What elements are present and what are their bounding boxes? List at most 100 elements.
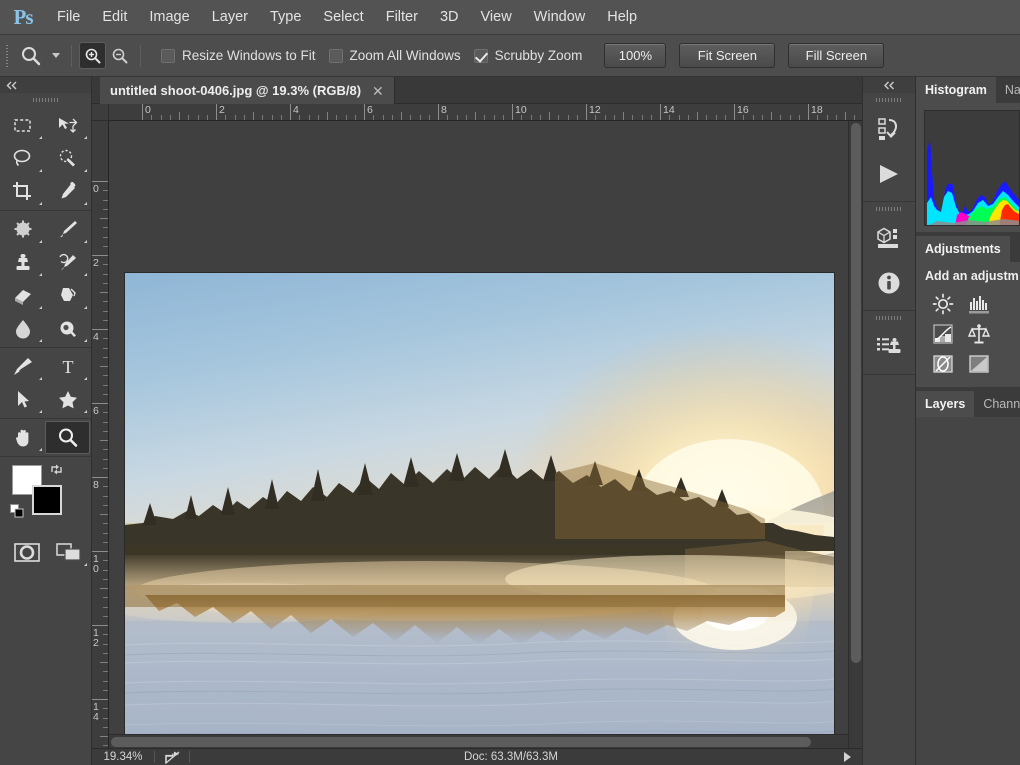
menu-item-image[interactable]: Image (138, 0, 200, 35)
exposure-icon[interactable] (961, 319, 997, 349)
menu-item-layer[interactable]: Layer (201, 0, 259, 35)
history-panel-icon[interactable] (863, 106, 915, 151)
actions-play-icon[interactable] (863, 151, 915, 196)
canvas-viewport[interactable] (109, 121, 848, 748)
ruler-tick (103, 560, 108, 562)
share-icon[interactable] (155, 751, 189, 764)
menu-item-help[interactable]: Help (596, 0, 648, 35)
ruler-tick (100, 588, 108, 589)
expand-arrow-icon[interactable] (832, 752, 862, 762)
vertical-ruler[interactable]: 0 2 4 6 8 10 12 14 (92, 121, 109, 748)
blur-tool-icon[interactable] (0, 312, 45, 345)
eraser-tool-icon[interactable] (0, 279, 45, 312)
rectangular-marquee-icon[interactable] (0, 109, 45, 142)
menu-item-file[interactable]: File (46, 0, 91, 35)
menu-item-edit[interactable]: Edit (91, 0, 138, 35)
zoom-100-percent-button[interactable]: 100% (604, 43, 667, 68)
resize-windows-to-fit-checkbox[interactable]: Resize Windows to Fit (161, 48, 316, 63)
type-tool-icon[interactable]: T (45, 350, 90, 383)
ruler-tick (103, 467, 108, 469)
ruler-tick (160, 115, 162, 120)
quick-mask-icon[interactable] (6, 535, 48, 569)
screen-mode-icon[interactable] (48, 535, 90, 569)
default-colors-icon[interactable] (10, 504, 24, 523)
move-tool-icon[interactable] (45, 109, 90, 142)
info-panel-icon[interactable] (863, 260, 915, 305)
ruler-tick (558, 115, 560, 120)
ruler-tick (103, 569, 108, 571)
menu-item-type[interactable]: Type (259, 0, 312, 35)
collapse-panel-icon[interactable] (0, 77, 91, 93)
layers-panel[interactable] (916, 417, 1020, 747)
gradient-tool-icon[interactable] (45, 279, 90, 312)
hue-saturation-icon[interactable] (961, 349, 997, 379)
brightness-contrast-icon[interactable] (925, 289, 961, 319)
menu-item-window[interactable]: Window (523, 0, 597, 35)
ruler-label: 12 (93, 627, 99, 649)
panels-column: Histogram Na Adjustments Add an adjustm … (916, 77, 1020, 765)
menu-item-3d[interactable]: 3D (429, 0, 470, 35)
ruler-tick (92, 181, 108, 182)
lasso-tool-icon[interactable] (0, 142, 45, 175)
clone-source-panel-icon[interactable] (863, 324, 915, 369)
tool-preset-chevron-down-icon[interactable] (48, 39, 64, 73)
canvas-horizontal-scrollbar[interactable] (109, 734, 848, 748)
zoom-all-windows-checkbox[interactable]: Zoom All Windows (328, 48, 461, 63)
tab-channels[interactable]: Chann (974, 391, 1020, 417)
ruler-tick (761, 115, 763, 120)
ruler-origin[interactable] (92, 104, 109, 121)
pen-tool-icon[interactable] (0, 350, 45, 383)
tab-histogram[interactable]: Histogram (916, 77, 996, 103)
menu-items: File Edit Image Layer Type Select Filter 3D View… (46, 0, 648, 35)
tab-layers[interactable]: Layers (916, 391, 975, 417)
fill-screen-button[interactable]: Fill Screen (788, 43, 885, 68)
rail-group-history (863, 93, 915, 202)
color-swatches (10, 463, 91, 529)
ruler-tick (103, 384, 108, 386)
document-tab-bar: untitled shoot-0406.jpg @ 19.3% (RGB/8) … (92, 77, 862, 104)
checkbox-box (328, 48, 343, 63)
tools-grip[interactable] (0, 93, 91, 107)
levels-icon[interactable] (961, 289, 997, 319)
collapse-panels-icon[interactable] (863, 77, 915, 93)
horizontal-ruler[interactable]: 0 2 4 6 8 10 12 14 16 18 (109, 104, 862, 121)
hand-tool-icon[interactable] (0, 421, 45, 454)
zoom-tool-icon[interactable] (14, 39, 48, 73)
menu-item-select[interactable]: Select (312, 0, 374, 35)
zoom-tool-icon[interactable] (45, 421, 90, 454)
zoom-out-button[interactable] (106, 42, 133, 69)
history-brush-icon[interactable] (45, 246, 90, 279)
zoom-level-field[interactable]: 19.34% (92, 751, 154, 763)
ruler-tick (103, 495, 108, 497)
menu-item-view[interactable]: View (470, 0, 523, 35)
eyedropper-icon[interactable] (45, 175, 90, 208)
dodge-tool-icon[interactable] (45, 312, 90, 345)
curves-icon[interactable] (925, 319, 961, 349)
canvas-vertical-scrollbar[interactable] (848, 121, 862, 748)
scrubby-zoom-checkbox[interactable]: Scrubby Zoom (473, 48, 582, 63)
ruler-tick (262, 115, 264, 120)
document-tab[interactable]: untitled shoot-0406.jpg @ 19.3% (RGB/8) … (100, 77, 395, 104)
path-selection-icon[interactable] (0, 383, 45, 416)
close-icon[interactable]: ✕ (372, 84, 384, 98)
ruler-tick (780, 115, 782, 120)
tab-navigator[interactable]: Na (996, 77, 1020, 103)
tab-adjustments[interactable]: Adjustments (916, 236, 1010, 262)
swap-colors-icon[interactable] (50, 463, 63, 481)
quick-selection-icon[interactable] (45, 142, 90, 175)
custom-shape-icon[interactable] (45, 383, 90, 416)
options-bar-grip[interactable] (0, 35, 14, 77)
ruler-tick (549, 112, 550, 120)
image-canvas[interactable] (125, 273, 834, 746)
background-color-swatch[interactable] (32, 485, 62, 515)
crop-tool-icon[interactable] (0, 175, 45, 208)
clone-stamp-icon[interactable] (0, 246, 45, 279)
vibrance-icon[interactable] (925, 349, 961, 379)
spot-healing-brush-icon[interactable] (0, 213, 45, 246)
fit-screen-button[interactable]: Fit Screen (679, 43, 776, 68)
3d-panel-icon[interactable] (863, 215, 915, 260)
zoom-in-button[interactable] (79, 42, 106, 69)
menu-item-filter[interactable]: Filter (375, 0, 429, 35)
panel-icon-rail (862, 77, 916, 765)
brush-tool-icon[interactable] (45, 213, 90, 246)
